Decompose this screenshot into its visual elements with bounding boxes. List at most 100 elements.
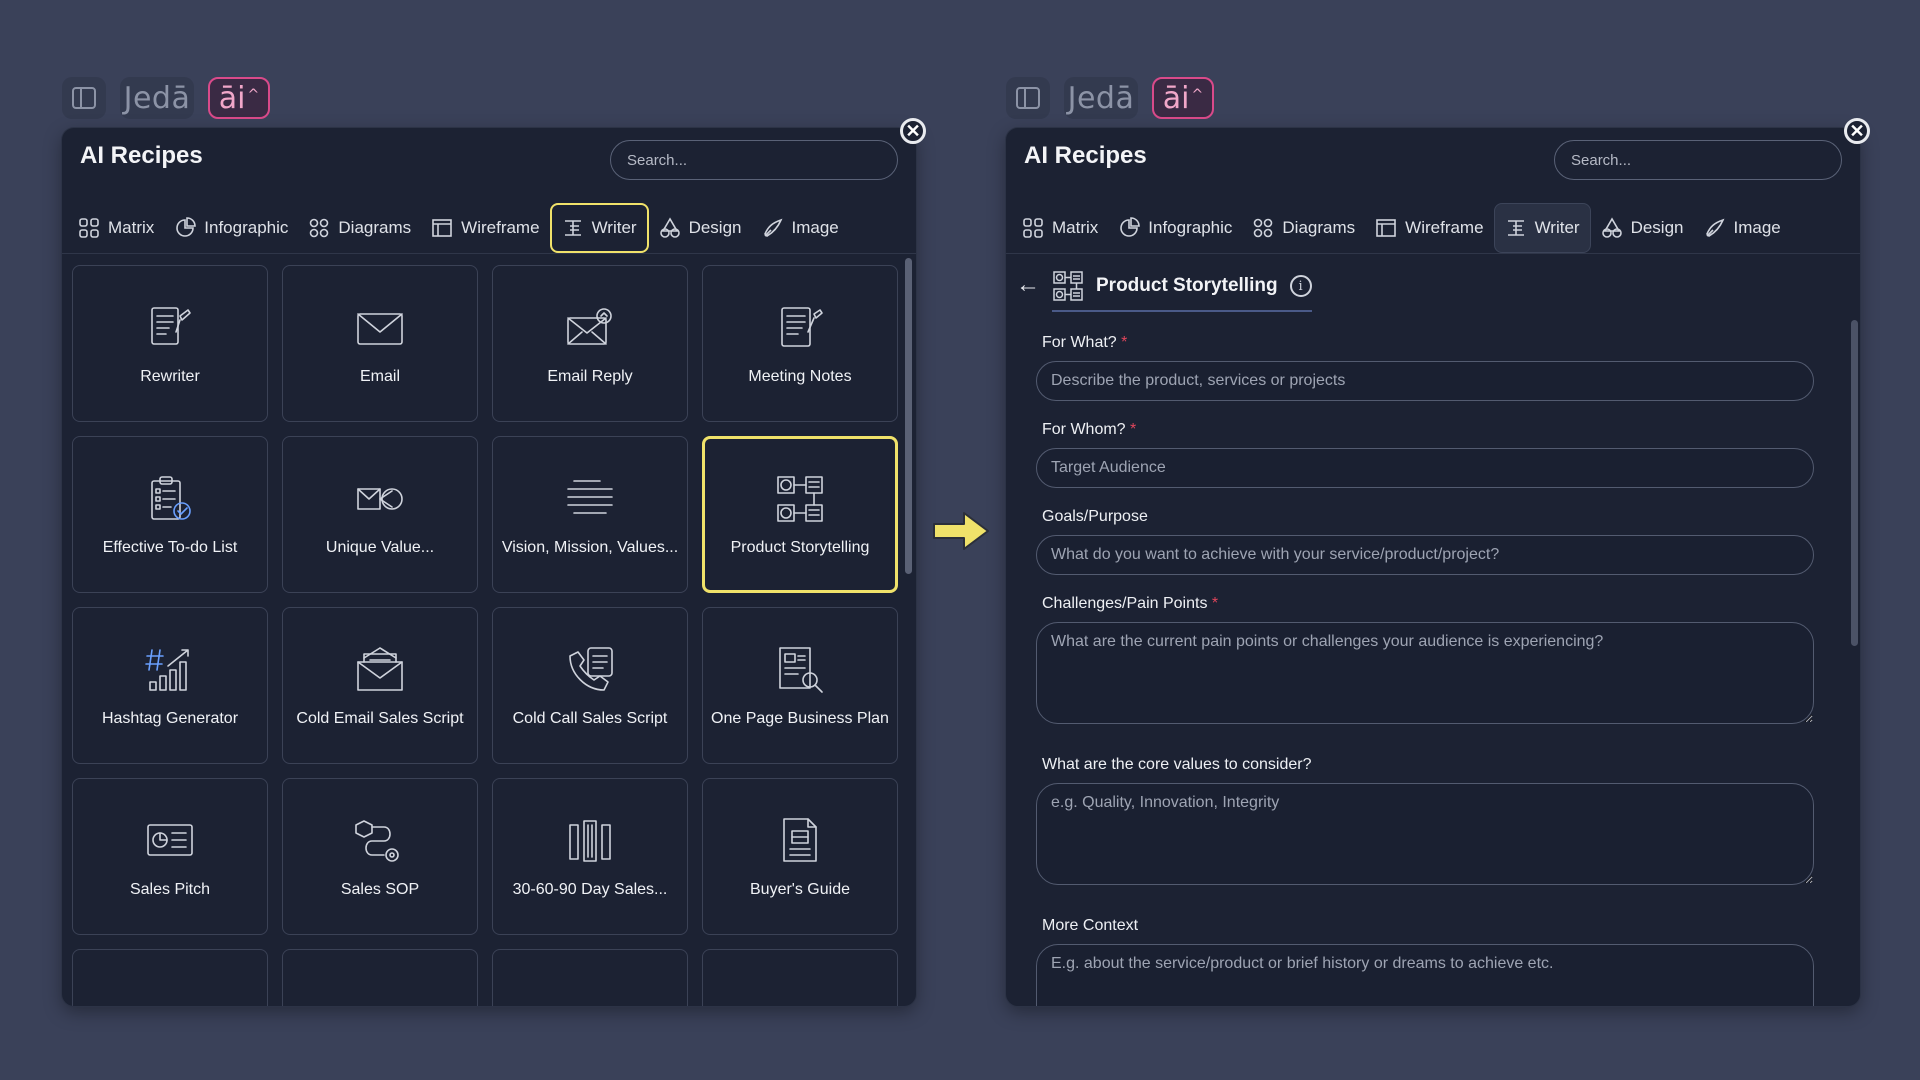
chevron-up-icon: ^ <box>1191 87 1204 103</box>
info-icon[interactable]: i <box>1289 275 1312 297</box>
form-field: Challenges/Pain Points * <box>1036 593 1814 724</box>
recipe-card-partial[interactable] <box>72 949 268 1006</box>
recipe-title: Product Storytelling <box>1096 275 1278 296</box>
form-field: More Context <box>1036 915 1814 1006</box>
form-field: What are the core values to consider? <box>1036 754 1814 885</box>
recipe-card[interactable]: Sales SOP <box>282 778 478 935</box>
recipe-card[interactable]: Cold Email Sales Script <box>282 607 478 764</box>
recipe-card[interactable]: Vision, Mission, Values... <box>492 436 688 593</box>
search-input[interactable] <box>610 140 898 180</box>
field-textarea[interactable] <box>1036 944 1814 1006</box>
recipe-card[interactable]: Rewriter <box>72 265 268 422</box>
close-right-button[interactable]: ✕ <box>1844 118 1870 144</box>
sales-sop-icon <box>355 819 399 862</box>
recipe-card[interactable]: Product Storytelling <box>702 436 898 593</box>
close-icon: ✕ <box>905 120 921 141</box>
sidebar-toggle-button[interactable] <box>62 77 106 119</box>
recipe-card[interactable]: Cold Call Sales Script <box>492 607 688 764</box>
recipe-card-partial[interactable] <box>492 949 688 1006</box>
field-label-text: More Context <box>1042 917 1139 934</box>
recipe-card-label: Hashtag Generator <box>101 709 239 727</box>
recipe-grid: Rewriter Email Email Reply Meeting Notes Eff… <box>72 265 898 1006</box>
tab-wireframe[interactable]: Wireframe <box>421 203 549 253</box>
recipe-card[interactable]: Unique Value... <box>282 436 478 593</box>
ai-menu-button[interactable]: āi ^ <box>1152 77 1214 119</box>
matrix-icon <box>79 218 99 238</box>
grid-scrollbar[interactable] <box>905 258 912 574</box>
sidebar-icon <box>72 87 96 109</box>
field-textarea[interactable] <box>1036 622 1814 724</box>
tab-label: Matrix <box>1052 218 1099 237</box>
tab-label: Infographic <box>204 218 289 237</box>
wireframe-icon <box>432 219 452 237</box>
infographic-icon <box>1120 217 1141 237</box>
recipe-card[interactable]: Hashtag Generator <box>72 607 268 764</box>
field-label-text: For Whom? <box>1042 421 1126 438</box>
recipe-card[interactable]: Buyer's Guide <box>702 778 898 935</box>
tab-wireframe[interactable]: Wireframe <box>1365 203 1493 253</box>
tab-writer[interactable]: Writer <box>549 203 649 253</box>
product-storytelling-icon <box>777 475 823 522</box>
recipe-card-partial[interactable] <box>702 949 898 1006</box>
tab-design[interactable]: Design <box>649 203 752 253</box>
tab-label: Writer <box>1534 218 1580 237</box>
recipe-card[interactable]: 30-60-90 Day Sales... <box>492 778 688 935</box>
tab-image[interactable]: Image <box>752 203 849 253</box>
email-reply-icon <box>567 307 612 345</box>
required-marker: * <box>1121 334 1128 351</box>
recipe-card-partial[interactable] <box>282 949 478 1006</box>
ai-logo-text: āi <box>218 80 246 116</box>
tab-diagrams[interactable]: Diagrams <box>298 203 421 253</box>
todo-list-icon <box>151 475 191 520</box>
image-icon <box>1705 218 1724 237</box>
sales-pitch-icon <box>147 823 193 856</box>
ai-menu-button[interactable]: āi ^ <box>208 77 270 119</box>
back-button[interactable]: ← <box>1016 271 1040 299</box>
recipe-card[interactable]: Email <box>282 265 478 422</box>
form-field: For Whom? * <box>1036 419 1814 488</box>
panel-title: AI Recipes <box>1024 142 1147 169</box>
jeda-logo[interactable]: Jedā <box>120 77 194 119</box>
field-label-text: Challenges/Pain Points <box>1042 595 1208 612</box>
tab-design[interactable]: Design <box>1591 203 1694 253</box>
sidebar-toggle-button[interactable] <box>1006 77 1050 119</box>
search-input[interactable] <box>1554 140 1842 180</box>
tab-label: Design <box>688 218 742 237</box>
jeda-logo[interactable]: Jedā <box>1064 77 1138 119</box>
tab-image[interactable]: Image <box>1694 203 1791 253</box>
tab-diagrams[interactable]: Diagrams <box>1242 203 1365 253</box>
recipe-card[interactable]: Effective To-do List <box>72 436 268 593</box>
recipe-card-label: Effective To-do List <box>102 538 238 556</box>
sales-plan-icon <box>569 819 611 862</box>
recipe-card-label: Product Storytelling <box>730 538 870 556</box>
tab-writer[interactable]: Writer <box>1493 203 1591 253</box>
recipe-card[interactable]: Sales Pitch <box>72 778 268 935</box>
recipe-card-label: Cold Call Sales Script <box>512 709 668 727</box>
recipe-card[interactable]: Email Reply <box>492 265 688 422</box>
recipe-card[interactable]: One Page Business Plan <box>702 607 898 764</box>
tab-label: Design <box>1630 218 1684 237</box>
field-input[interactable] <box>1036 448 1814 488</box>
field-textarea[interactable] <box>1036 783 1814 885</box>
tab-matrix[interactable]: Matrix <box>68 203 164 253</box>
tab-label: Diagrams <box>338 218 412 237</box>
matrix-icon <box>1023 218 1043 238</box>
field-label: For Whom? * <box>1042 419 1814 441</box>
tab-infographic[interactable]: Infographic <box>1108 203 1242 253</box>
required-marker: * <box>1211 595 1219 612</box>
form-scrollbar[interactable] <box>1851 320 1858 646</box>
design-icon <box>659 217 680 238</box>
ai-logo-text: āi <box>1162 80 1190 116</box>
close-left-button[interactable]: ✕ <box>900 118 926 144</box>
chevron-up-icon: ^ <box>247 87 260 103</box>
field-input[interactable] <box>1036 535 1814 575</box>
field-label-text: For What? <box>1042 334 1117 351</box>
tab-label: Image <box>1733 218 1781 237</box>
field-label: More Context <box>1042 915 1814 937</box>
tab-matrix[interactable]: Matrix <box>1012 203 1108 253</box>
tab-label: Diagrams <box>1282 218 1356 237</box>
tab-infographic[interactable]: Infographic <box>164 203 298 253</box>
recipe-card[interactable]: Meeting Notes <box>702 265 898 422</box>
field-input[interactable] <box>1036 361 1814 401</box>
jeda-logo-text: Jedā <box>1067 80 1135 116</box>
